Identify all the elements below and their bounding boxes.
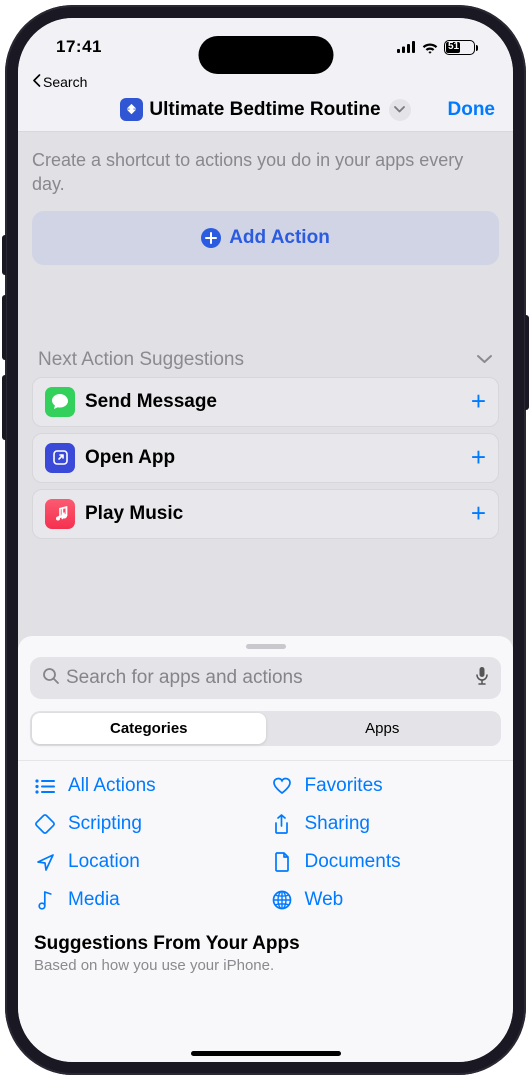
- shortcut-title: Ultimate Bedtime Routine: [149, 99, 380, 121]
- search-field[interactable]: Search for apps and actions: [30, 657, 501, 699]
- add-action-button[interactable]: Add Action: [32, 211, 499, 265]
- chevron-left-icon: [32, 74, 41, 90]
- suggestion-play-music[interactable]: Play Music +: [32, 489, 499, 539]
- status-time: 17:41: [56, 37, 102, 57]
- back-button[interactable]: Search: [32, 74, 87, 90]
- plus-circle-icon: [201, 228, 221, 248]
- location-icon: [34, 853, 56, 872]
- collapse-chevron-icon[interactable]: [476, 351, 493, 369]
- open-app-icon: [45, 443, 75, 473]
- category-documents[interactable]: Documents: [271, 851, 498, 873]
- scripting-icon: [34, 814, 56, 834]
- done-button[interactable]: Done: [448, 99, 496, 121]
- category-label: Scripting: [68, 813, 142, 835]
- category-label: Web: [305, 889, 344, 911]
- search-icon: [42, 667, 60, 690]
- add-icon[interactable]: +: [471, 442, 486, 473]
- web-icon: [271, 890, 293, 910]
- segment-apps[interactable]: Apps: [266, 713, 500, 744]
- shortcut-title-group[interactable]: Ultimate Bedtime Routine: [120, 98, 410, 121]
- heart-icon: [271, 777, 293, 795]
- category-label: Media: [68, 889, 120, 911]
- divider: [18, 760, 513, 761]
- cellular-signal-icon: [397, 41, 416, 53]
- category-label: Sharing: [305, 813, 371, 835]
- category-all-actions[interactable]: All Actions: [34, 775, 261, 797]
- category-favorites[interactable]: Favorites: [271, 775, 498, 797]
- category-location[interactable]: Location: [34, 851, 261, 873]
- wifi-icon: [421, 41, 439, 54]
- list-icon: [34, 779, 56, 794]
- suggestions-header: Next Action Suggestions: [38, 349, 244, 371]
- add-icon[interactable]: +: [471, 386, 486, 417]
- suggestion-send-message[interactable]: Send Message +: [32, 377, 499, 427]
- category-label: Documents: [305, 851, 401, 873]
- add-action-label: Add Action: [229, 227, 330, 249]
- hint-text: Create a shortcut to actions you do in y…: [32, 148, 499, 197]
- music-icon: [45, 499, 75, 529]
- segmented-control: Categories Apps: [30, 711, 501, 746]
- category-label: Favorites: [305, 775, 383, 797]
- segment-categories[interactable]: Categories: [32, 713, 266, 744]
- add-icon[interactable]: +: [471, 498, 486, 529]
- dynamic-island: [198, 36, 333, 74]
- title-chevron-down-icon: [389, 99, 411, 121]
- home-indicator[interactable]: [191, 1051, 341, 1056]
- document-icon: [271, 852, 293, 872]
- messages-icon: [45, 387, 75, 417]
- category-label: Location: [68, 851, 140, 873]
- suggestion-label: Send Message: [85, 391, 471, 413]
- search-placeholder: Search for apps and actions: [66, 667, 469, 689]
- shortcuts-app-icon: [120, 98, 143, 121]
- back-label: Search: [43, 74, 87, 90]
- dictate-icon[interactable]: [475, 666, 489, 691]
- suggestion-open-app[interactable]: Open App +: [32, 433, 499, 483]
- grab-handle[interactable]: [246, 644, 286, 649]
- suggestion-label: Play Music: [85, 503, 471, 525]
- suggestion-label: Open App: [85, 447, 471, 469]
- app-suggestions-subtitle: Based on how you use your iPhone.: [30, 955, 501, 974]
- category-sharing[interactable]: Sharing: [271, 813, 498, 835]
- share-icon: [271, 814, 293, 835]
- media-icon: [34, 890, 56, 910]
- category-scripting[interactable]: Scripting: [34, 813, 261, 835]
- category-label: All Actions: [68, 775, 156, 797]
- battery-icon: 51: [444, 40, 475, 55]
- bottom-sheet[interactable]: Search for apps and actions Categories A…: [18, 636, 513, 1062]
- category-web[interactable]: Web: [271, 889, 498, 911]
- category-media[interactable]: Media: [34, 889, 261, 911]
- app-suggestions-title: Suggestions From Your Apps: [30, 925, 501, 955]
